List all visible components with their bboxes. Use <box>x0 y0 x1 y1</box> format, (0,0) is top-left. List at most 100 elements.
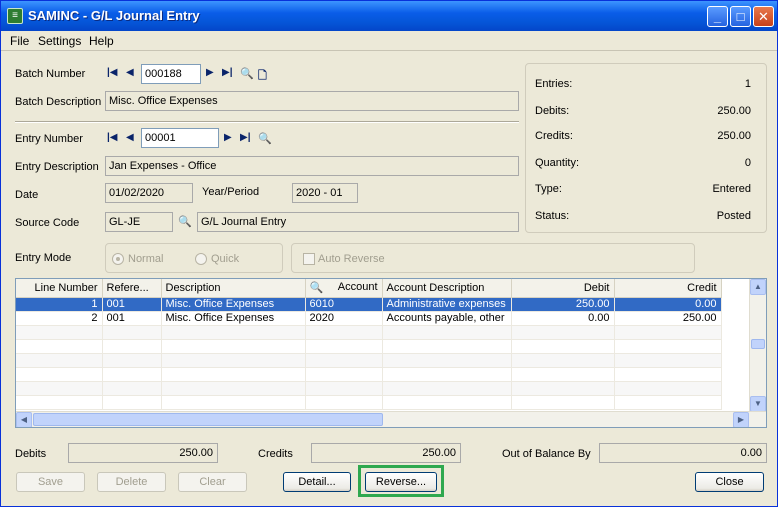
cell-debit[interactable]: 0.00 <box>511 311 615 326</box>
quick-radio[interactable] <box>195 253 207 265</box>
next-entry-icon[interactable]: ▶ <box>224 132 232 143</box>
normal-radio-label: Normal <box>128 253 164 265</box>
clear-button[interactable]: Clear <box>178 472 247 492</box>
batch-description-field[interactable]: Misc. Office Expenses <box>105 91 519 111</box>
source-finder-icon[interactable]: 🔍 <box>178 215 192 228</box>
col-reference[interactable]: Refere... <box>102 279 162 298</box>
cell-line[interactable]: 2 <box>16 311 103 326</box>
cell-credit[interactable]: 250.00 <box>614 311 722 326</box>
previous-entry-icon[interactable]: ◀ <box>126 132 134 143</box>
delete-button[interactable]: Delete <box>97 472 166 492</box>
col-debit[interactable]: Debit <box>511 279 615 298</box>
date-label: Date <box>15 189 39 201</box>
entry-description-label: Entry Description <box>15 161 99 173</box>
entry-description-field[interactable]: Jan Expenses - Office <box>105 156 519 176</box>
year-period-field[interactable]: 2020 - 01 <box>292 183 358 203</box>
debits-summary-label: Debits: <box>535 105 570 117</box>
first-record-icon[interactable]: |◀ <box>107 67 118 78</box>
cell-description[interactable]: Misc. Office Expenses <box>161 297 306 312</box>
finder-icon[interactable]: 🔍 <box>240 67 254 80</box>
cell-credit[interactable]: 0.00 <box>614 297 722 312</box>
credits-summary-value: 250.00 <box>717 130 751 142</box>
col-account[interactable]: 🔍 Account <box>305 279 383 298</box>
entry-finder-icon[interactable]: 🔍 <box>258 132 272 145</box>
title-bar[interactable]: ≡ SAMINC - G/L Journal Entry _ □ ✕ <box>1 1 777 31</box>
col-account-description[interactable]: Account Description <box>382 279 512 298</box>
cell-description[interactable]: Misc. Office Expenses <box>161 311 306 326</box>
cell-line[interactable]: 1 <box>16 297 103 312</box>
close-window-button[interactable]: ✕ <box>753 6 774 27</box>
cell-account-description[interactable]: Accounts payable, other <box>382 311 512 326</box>
col-account-label: Account <box>337 281 378 294</box>
reverse-button[interactable]: Reverse... <box>365 472 437 492</box>
minimize-button[interactable]: _ <box>707 6 728 27</box>
empty-row[interactable] <box>16 339 722 354</box>
col-credit[interactable]: Credit <box>614 279 722 298</box>
grid-header-row: Line Number Refere... Description 🔍 Accou… <box>16 279 722 298</box>
horizontal-scrollbar[interactable]: ◀ ▶ <box>16 411 766 427</box>
type-label: Type: <box>535 183 562 195</box>
table-row[interactable]: 1 001 Misc. Office Expenses 6010 Adminis… <box>16 297 722 312</box>
window-title: SAMINC - G/L Journal Entry <box>28 8 200 23</box>
menu-help[interactable]: Help <box>89 34 114 48</box>
scroll-down-icon[interactable]: ▼ <box>750 396 766 412</box>
status-label: Status: <box>535 210 570 222</box>
out-of-balance-label: Out of Balance By <box>502 448 591 460</box>
vertical-scroll-thumb[interactable] <box>751 339 765 349</box>
auto-reverse-checkbox[interactable] <box>303 253 315 265</box>
empty-row[interactable] <box>16 325 722 340</box>
entries-label: Entries: <box>535 78 573 90</box>
col-line-number[interactable]: Line Number <box>16 279 103 298</box>
entry-number-field[interactable]: 00001 <box>141 128 219 148</box>
empty-row[interactable] <box>16 381 722 396</box>
last-entry-icon[interactable]: ▶| <box>240 132 251 143</box>
cell-account[interactable]: 2020 <box>305 311 383 326</box>
scroll-left-icon[interactable]: ◀ <box>16 412 32 427</box>
account-finder-icon[interactable]: 🔍 <box>310 281 324 294</box>
horizontal-scroll-thumb[interactable] <box>33 413 383 426</box>
quantity-value: 0 <box>744 157 751 169</box>
previous-record-icon[interactable]: ◀ <box>126 67 134 78</box>
empty-row[interactable] <box>16 367 722 382</box>
batch-number-field[interactable]: 000188 <box>141 64 201 84</box>
scroll-up-icon[interactable]: ▲ <box>750 279 766 295</box>
source-code-field[interactable]: GL-JE <box>105 212 173 232</box>
cell-reference[interactable]: 001 <box>102 297 162 312</box>
scroll-right-icon[interactable]: ▶ <box>733 412 749 427</box>
date-field[interactable]: 01/02/2020 <box>105 183 193 203</box>
close-button[interactable]: Close <box>695 472 764 492</box>
entry-nav-next: ▶ ▶| 🔍 <box>224 132 274 146</box>
empty-row[interactable] <box>16 353 722 368</box>
entry-summary-panel: Entries: 1 Debits: 250.00 Credits: 250.0… <box>525 63 767 233</box>
out-of-balance-field: 0.00 <box>599 443 767 463</box>
batch-nav-prev: |◀ ◀ <box>107 67 137 81</box>
menu-file[interactable]: File <box>10 34 29 48</box>
new-document-icon[interactable]: 🗋 <box>258 67 267 86</box>
col-description[interactable]: Description <box>161 279 306 298</box>
cell-reference[interactable]: 001 <box>102 311 162 326</box>
auto-reverse-group: Auto Reverse <box>291 243 695 273</box>
empty-row[interactable] <box>16 395 722 410</box>
normal-radio[interactable] <box>112 253 124 265</box>
batch-number-label: Batch Number <box>15 68 86 80</box>
save-button[interactable]: Save <box>16 472 85 492</box>
next-record-icon[interactable]: ▶ <box>206 67 214 78</box>
entry-nav-prev: |◀ ◀ <box>107 132 137 146</box>
cell-account[interactable]: 6010 <box>305 297 383 312</box>
cell-account-description[interactable]: Administrative expenses <box>382 297 512 312</box>
last-record-icon[interactable]: ▶| <box>222 67 233 78</box>
menu-settings[interactable]: Settings <box>38 34 81 48</box>
table-row[interactable]: 2 001 Misc. Office Expenses 2020 Account… <box>16 311 722 326</box>
debits-total-label: Debits <box>15 448 47 460</box>
vertical-scrollbar[interactable]: ▲ ▼ <box>749 279 766 412</box>
menu-bar: File Settings Help <box>1 31 777 51</box>
journal-detail-grid[interactable]: Line Number Refere... Description 🔍 Accou… <box>15 278 767 428</box>
status-value: Posted <box>716 210 751 222</box>
cell-debit[interactable]: 250.00 <box>511 297 615 312</box>
journal-entry-window: ≡ SAMINC - G/L Journal Entry _ □ ✕ File … <box>0 0 778 507</box>
debits-total-field: 250.00 <box>68 443 218 463</box>
first-entry-icon[interactable]: |◀ <box>107 132 118 143</box>
maximize-button[interactable]: □ <box>730 6 751 27</box>
detail-button[interactable]: Detail... <box>283 472 351 492</box>
separator <box>15 121 519 123</box>
